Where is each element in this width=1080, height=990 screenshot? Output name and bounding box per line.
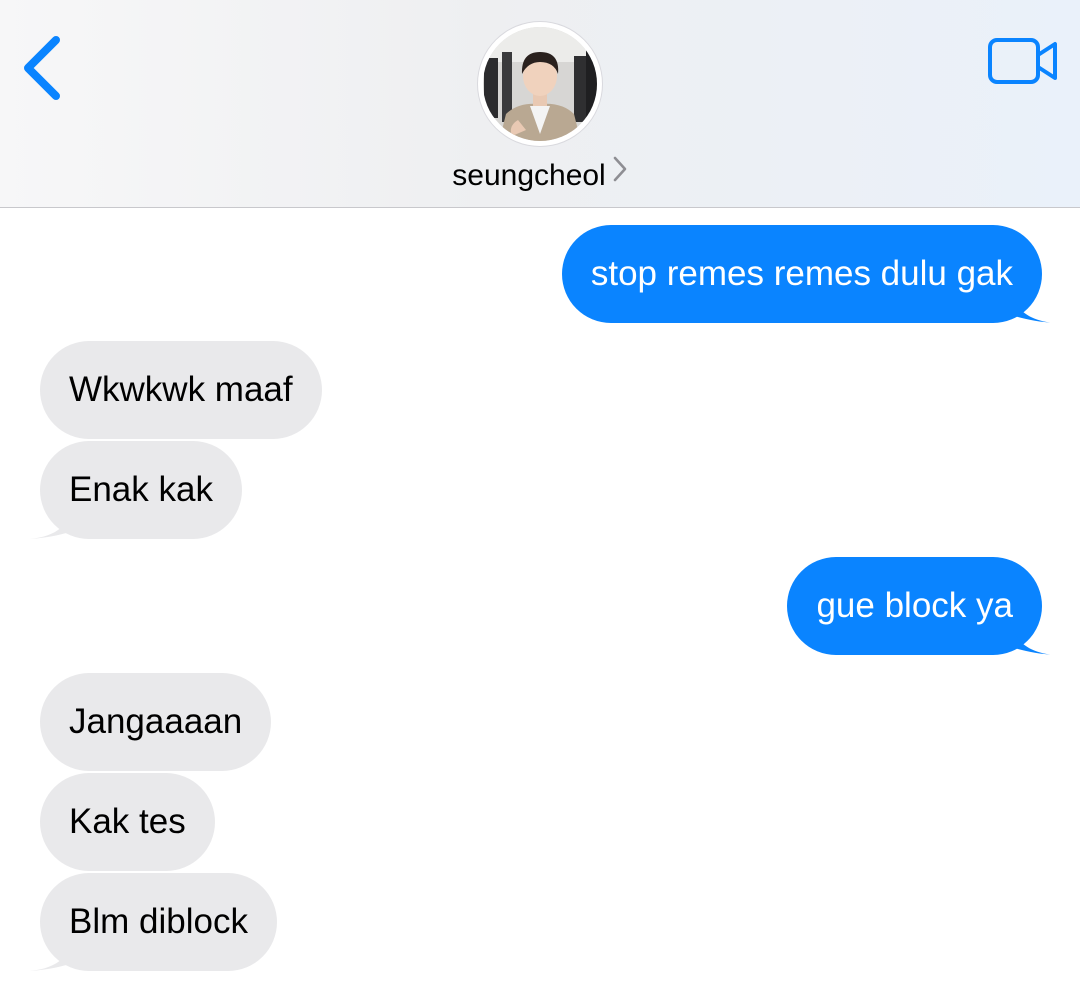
message-text: Blm diblock xyxy=(69,902,248,941)
message-bubble-received[interactable]: Kak tes xyxy=(40,773,215,871)
contact-name-button[interactable]: seungcheol xyxy=(0,154,1080,198)
contact-name: seungcheol xyxy=(452,159,606,192)
message-bubble-sent[interactable]: stop remes remes dulu gak xyxy=(561,225,1042,323)
message-bubble-sent[interactable]: gue block ya xyxy=(787,557,1042,655)
bubble-tail xyxy=(1010,620,1054,655)
messages-screen: seungcheol stop remes remes dulu gak Wkw… xyxy=(0,0,1080,990)
bubble-tail xyxy=(1010,288,1054,323)
contact-photo xyxy=(481,25,599,143)
contact-avatar[interactable] xyxy=(478,22,602,146)
message-bubble-received[interactable]: Blm diblock xyxy=(40,873,277,971)
message-text: stop remes remes dulu gak xyxy=(590,254,1013,293)
chevron-left-icon xyxy=(24,36,60,100)
message-text: Wkwkwk maaf xyxy=(69,370,293,409)
back-button[interactable] xyxy=(14,30,74,106)
message-text: gue block ya xyxy=(816,586,1013,625)
video-camera-icon xyxy=(988,38,1057,84)
message-text: Enak kak xyxy=(69,470,213,509)
message-bubble-received[interactable]: Jangaaaan xyxy=(40,673,272,771)
chevron-right-icon xyxy=(612,152,628,196)
message-text: Jangaaaan xyxy=(69,702,243,741)
message-bubble-received[interactable]: Wkwkwk maaf xyxy=(40,341,322,439)
message-thread: stop remes remes dulu gak Wkwkwk maaf En… xyxy=(0,208,1080,990)
bubble-tail xyxy=(30,504,74,539)
bubble-tail xyxy=(30,936,74,971)
message-text: Kak tes xyxy=(69,802,186,841)
video-call-button[interactable] xyxy=(986,36,1060,86)
conversation-header: seungcheol xyxy=(0,0,1080,208)
